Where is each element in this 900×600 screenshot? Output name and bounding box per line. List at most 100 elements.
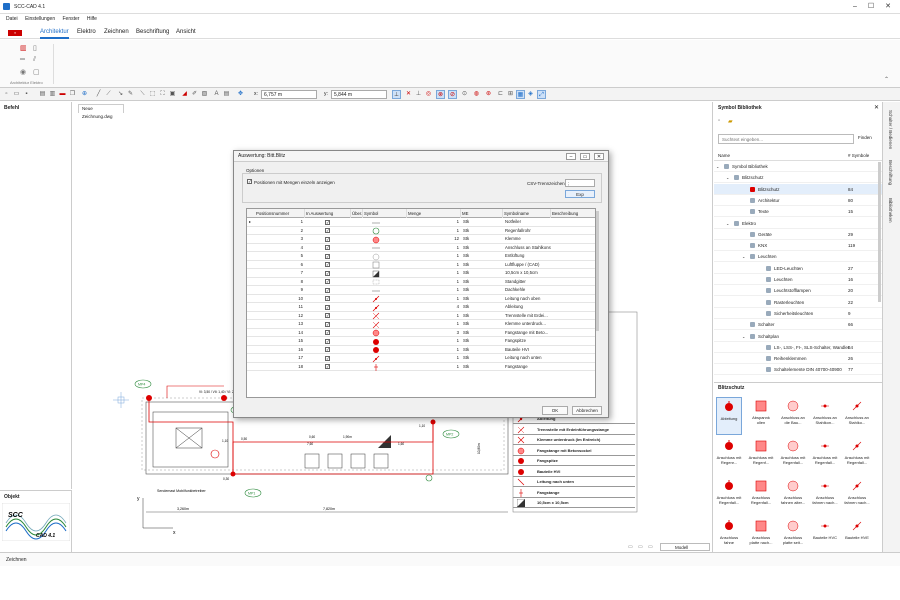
cube-icon[interactable]: ◈ [526,90,535,99]
in-evaluation-checkbox[interactable]: ✓ [325,236,330,242]
tree-item[interactable]: Leuchtstofflampen 20 [714,285,882,297]
pen-icon[interactable]: ✎ [126,90,135,99]
snap-near-icon[interactable]: ⊘ [448,90,457,99]
menu-hilfe[interactable]: Hilfe [87,16,97,22]
tree-item[interactable]: Rasterleuchten 22 [714,297,882,308]
switch-icon[interactable]: ▢ [33,68,40,76]
stair-icon[interactable]: ⫽ [33,56,36,64]
in-evaluation-checkbox[interactable]: ✓ [325,219,330,225]
in-evaluation-checkbox[interactable]: ✓ [325,270,330,276]
in-evaluation-checkbox[interactable]: ✓ [325,304,330,310]
menu-datei[interactable]: Datei [6,16,18,22]
tree-item[interactable]: Schaltelemente DIN 40700-40900 77 [714,364,882,376]
palette-symbol[interactable]: Anschluss platte nach... [748,517,774,555]
tree-item[interactable]: KNX 119 [714,240,882,252]
tree-item[interactable]: LED-Leuchten 27 [714,263,882,274]
grid-row[interactable]: 2 ✓ 1 Stk Regenfallrohr [247,227,595,235]
menu-fenster[interactable]: Fenster [63,16,80,22]
zoom-all-icon[interactable]: ▣ [168,90,177,99]
tree-expand-icon[interactable]: ⌄ [742,331,745,342]
tab-beschriftung[interactable]: Beschriftung [136,29,169,37]
layout-icon[interactable]: ▭ [628,544,633,550]
palette-symbol[interactable]: Anschluss an Stahlko... [844,397,870,435]
grid-row[interactable]: 4 ✓ 1 Stk Anschluss an Stahlkonstruktion [247,244,595,252]
palette-symbol[interactable]: Anschluss Regenfall... [748,477,774,515]
grid-row[interactable]: 8 ✓ 1 Stk Standgitter [247,278,595,286]
export-button[interactable]: Exp [565,190,595,198]
grid-col-header[interactable]: Positionsnummer [255,209,305,218]
palette-symbol[interactable]: Anschluss fahnen nach... [844,477,870,515]
tree-item[interactable]: Leuchten 16 [714,274,882,285]
tab-architektur[interactable]: Architektur [40,29,69,39]
maximize-icon[interactable]: ☐ [864,2,878,12]
layout-icon-2[interactable]: ▭ [638,544,643,550]
minimize-icon[interactable]: – [848,2,862,12]
in-evaluation-checkbox[interactable]: ✓ [325,338,330,344]
copy-icon[interactable]: ❐ [68,90,77,99]
palette-symbol[interactable]: Anschluss mit Regenfall... [812,437,838,475]
palette-symbol[interactable]: Anschluss an Stahlkon... [812,397,838,435]
grid-row[interactable]: ▸ 1 ✓ 1 Stk Notfeiler [247,218,595,227]
grid-row[interactable]: 14 ✓ 3 Stk Fangstange mit Beto... [247,329,595,337]
in-evaluation-checkbox[interactable]: ✓ [325,364,330,369]
grid-row[interactable]: 16 ✓ 1 Stk Bauteile HVI [247,346,595,354]
print-icon[interactable]: ▤ [38,90,47,99]
in-evaluation-checkbox[interactable]: ✓ [325,262,330,267]
cancel-button[interactable]: Abbrechen [572,406,602,415]
model-select[interactable]: Modell [660,543,710,551]
tab-elektro[interactable]: Elektro [77,29,96,37]
grid-row[interactable]: 12 ✓ 1 Stk Trennstelle mit Erdei... [247,312,595,320]
tree-item[interactable]: Geräte 29 [714,229,882,240]
fullscreen-icon[interactable]: ⤢ [537,90,546,99]
palette-symbol[interactable]: Anschluss mit Regenfall... [716,477,742,515]
window-tool-icon[interactable]: ═ [20,56,25,63]
in-evaluation-checkbox[interactable]: ✓ [325,287,330,293]
open-file-icon[interactable]: ▭ [12,90,21,99]
close-icon[interactable]: ✕ [881,2,895,12]
in-evaluation-checkbox[interactable]: ✓ [325,253,330,259]
arrow-tool-icon[interactable]: ↘ [116,90,125,99]
tree-item[interactable]: ⌄ Blitzschutz [714,172,882,184]
in-evaluation-checkbox[interactable]: ✓ [325,321,330,327]
layout-icon-3[interactable]: ▭ [648,544,653,550]
ortho-icon[interactable]: ⟂ [392,90,401,99]
socket-icon[interactable]: ◉ [20,68,26,76]
select-icon[interactable]: ⬚ [148,90,157,99]
in-evaluation-checkbox[interactable]: ✓ [325,228,330,233]
in-evaluation-checkbox[interactable]: ✓ [325,330,330,335]
grid-toggle-icon[interactable]: ▦ [516,90,525,99]
edit-icon[interactable]: ✐ [190,90,199,99]
tree-expand-icon[interactable]: ⌄ [726,172,729,183]
grid-row[interactable]: 6 ✓ 1 Stk Luftfluppe / (CAD) [247,261,595,269]
grid-col-header[interactable]: Beschreibung [551,209,595,218]
snap-quad-icon[interactable]: ◍ [472,90,481,99]
text-tool-icon[interactable]: A [212,90,221,99]
ok-button[interactable]: OK [542,406,568,415]
snap-end-icon[interactable]: ⊗ [436,90,445,99]
zoom-window-icon[interactable]: ⛶ [158,90,167,99]
snap-icon[interactable]: ⊕ [80,90,89,99]
tab-ansicht[interactable]: Ansicht [176,29,196,37]
grid-row[interactable]: 13 ✓ 1 Stk Klemme unterdruck... [247,320,595,329]
vtab-bibliotheken[interactable]: Bibliotheken [888,198,893,223]
tree-item[interactable]: Architektur 80 [714,195,882,206]
library-folder-icon[interactable]: ▰ [728,118,733,125]
grid-row[interactable]: 3 ✓ 12 Stk Klemme [247,235,595,244]
dialog-maximize-icon[interactable]: ▭ [580,153,590,160]
tree-item[interactable]: ⌄ Schaltplan [714,331,882,342]
tree-expand-icon[interactable]: ⌄ [726,218,729,229]
door-icon[interactable]: ▯ [33,44,37,52]
palette-symbol[interactable]: Bauteile HVC [812,517,838,555]
layer-icon[interactable]: ▤ [222,90,231,99]
library-back-icon[interactable]: ▫ [718,118,720,124]
document-tab[interactable]: Neue Zeichnung.dwg [78,104,124,119]
file-tab-icon[interactable]: ≡ [8,30,22,36]
tree-item[interactable]: ⌄ Elektro [714,218,882,229]
library-search-input[interactable] [718,134,854,144]
new-file-icon[interactable]: ▫ [2,90,11,99]
grid-row[interactable]: 10 ✓ 1 Stk Leitung nach oben [247,295,595,303]
vtab-beschriftung[interactable]: Beschriftung [888,160,893,185]
grid-row[interactable]: 18 ✓ 1 Stk Fangstange [247,363,595,371]
x-coord-input[interactable]: 6,757 m [261,90,317,99]
palette-symbol[interactable]: Anschluss mit Regenfall... [780,437,806,475]
